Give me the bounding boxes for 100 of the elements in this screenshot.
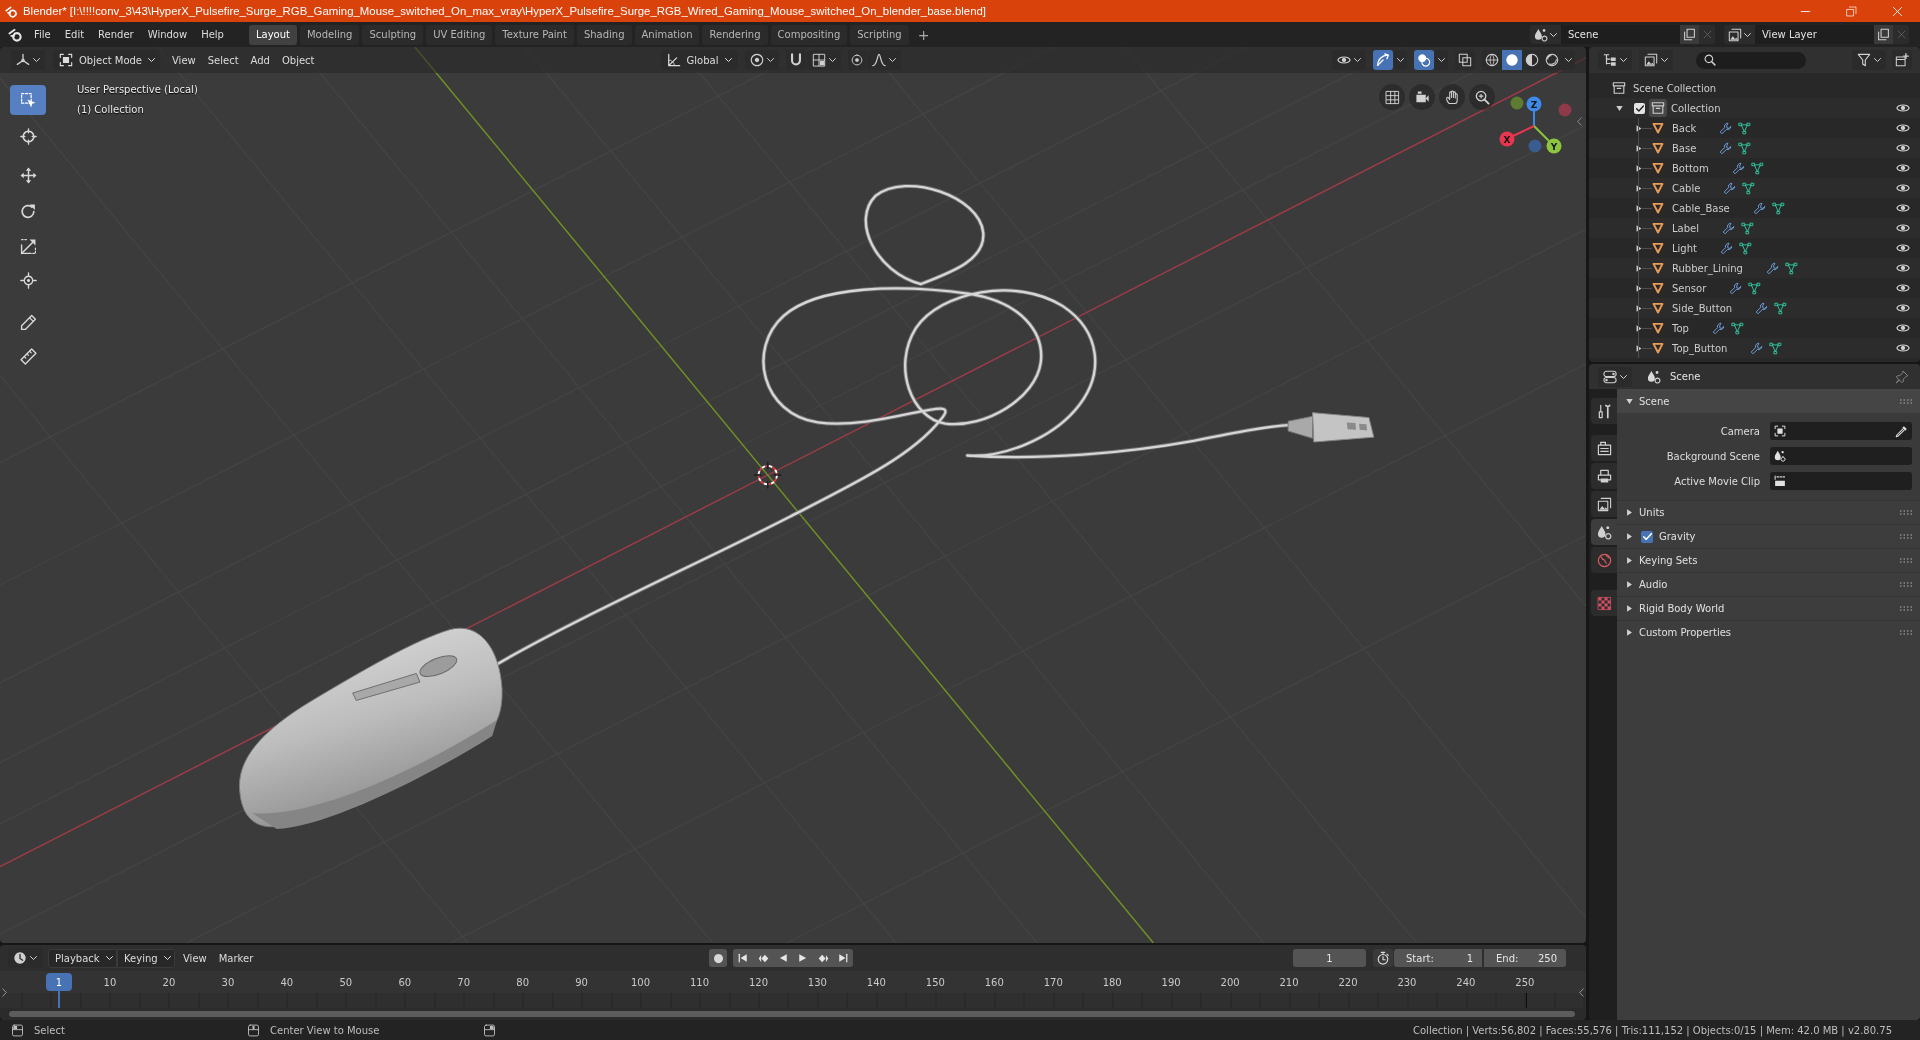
- view-layer-browse-button[interactable]: [1724, 25, 1755, 44]
- shading-mode-button[interactable]: [1502, 50, 1522, 70]
- eye-icon[interactable]: [1896, 341, 1910, 355]
- mode-dropdown[interactable]: Object Mode: [53, 50, 160, 70]
- orientation-dropdown[interactable]: Global: [660, 50, 738, 70]
- panel-header[interactable]: Gravity: [1617, 524, 1920, 548]
- eye-icon[interactable]: [1896, 101, 1910, 115]
- eye-icon[interactable]: [1896, 321, 1910, 335]
- chevron-right-icon[interactable]: [2, 988, 7, 997]
- end-frame-field[interactable]: End: 250: [1484, 949, 1566, 967]
- tri-right-icon[interactable]: [1636, 304, 1642, 312]
- tri-right-icon[interactable]: [1636, 144, 1642, 152]
- pan-view-button[interactable]: [1439, 84, 1465, 110]
- tri-down-icon[interactable]: [1616, 104, 1623, 112]
- shading-mode-button[interactable]: [1522, 50, 1542, 70]
- filter-button[interactable]: [1852, 50, 1886, 70]
- grid-view-button[interactable]: [1379, 84, 1405, 110]
- tri-right-icon[interactable]: [1636, 284, 1642, 292]
- tri-right-icon[interactable]: [1636, 124, 1642, 132]
- input-field[interactable]: [1770, 422, 1912, 440]
- gizmo-toggle[interactable]: [1373, 50, 1393, 70]
- display-mode-button[interactable]: [1639, 50, 1673, 70]
- editor-type-button[interactable]: [1598, 366, 1632, 387]
- gizmo-dropdown[interactable]: [1394, 50, 1407, 70]
- menu-item[interactable]: Add: [244, 50, 276, 70]
- tri-right-icon[interactable]: [1636, 244, 1642, 252]
- eye-icon[interactable]: [1896, 281, 1910, 295]
- editor-type-button[interactable]: [11, 50, 45, 70]
- panel-header[interactable]: Audio: [1617, 572, 1920, 596]
- eye-icon[interactable]: [1896, 141, 1910, 155]
- input-field[interactable]: [1770, 447, 1912, 465]
- workspace-tab[interactable]: UV Editing: [426, 24, 493, 45]
- new-scene-button[interactable]: [1680, 25, 1699, 44]
- tool-button[interactable]: [10, 85, 46, 115]
- current-frame-field[interactable]: 1: [1293, 949, 1366, 967]
- playhead-frame[interactable]: 1: [46, 973, 72, 991]
- tri-right-icon[interactable]: [1636, 264, 1642, 272]
- snap-toggle[interactable]: [785, 50, 806, 70]
- selectability-dropdown[interactable]: [1332, 50, 1366, 70]
- camera-view-button[interactable]: [1409, 84, 1435, 110]
- xray-toggle[interactable]: [1455, 50, 1475, 70]
- panel-header[interactable]: Custom Properties: [1617, 620, 1920, 644]
- checkbox[interactable]: [1634, 102, 1645, 114]
- tri-right-icon[interactable]: [1636, 204, 1642, 212]
- zoom-view-button[interactable]: [1469, 84, 1495, 110]
- preview-range-button[interactable]: [1373, 949, 1393, 967]
- keyframe-track[interactable]: [0, 993, 1586, 1008]
- outliner-row[interactable]: Collection: [1589, 98, 1920, 118]
- menu-item[interactable]: Object: [275, 50, 321, 70]
- properties-tab[interactable]: [1591, 491, 1617, 517]
- horizontal-scrollbar[interactable]: [9, 1011, 1575, 1017]
- tri-right-icon[interactable]: [1636, 164, 1642, 172]
- negative-x-axis-handle[interactable]: [1558, 103, 1572, 117]
- pin-icon[interactable]: [1895, 369, 1909, 384]
- proportional-edit-toggle[interactable]: [847, 50, 866, 70]
- falloff-dropdown[interactable]: [866, 50, 901, 70]
- panel-header[interactable]: Keying Sets: [1617, 548, 1920, 572]
- tri-right-icon[interactable]: [1636, 184, 1642, 192]
- eye-icon[interactable]: [1896, 121, 1910, 135]
- menu-item[interactable]: File: [27, 24, 58, 45]
- eye-icon[interactable]: [1896, 161, 1910, 175]
- tri-right-icon[interactable]: [1636, 224, 1642, 232]
- workspace-tab[interactable]: Modeling: [299, 24, 360, 45]
- eye-icon[interactable]: [1896, 261, 1910, 275]
- chevron-left-icon[interactable]: [1577, 117, 1582, 126]
- workspace-tab[interactable]: Rendering: [702, 24, 768, 45]
- dropdown-menu[interactable]: Keying: [117, 948, 175, 968]
- panel-header[interactable]: Units: [1617, 500, 1920, 524]
- tri-right-icon[interactable]: [1636, 344, 1642, 352]
- outliner-row[interactable]: Base: [1589, 138, 1920, 158]
- auto-keying-button[interactable]: [709, 949, 728, 967]
- overlay-dropdown[interactable]: [1435, 50, 1448, 70]
- outliner-row[interactable]: Top_Button: [1589, 338, 1920, 358]
- workspace-tab[interactable]: Layout: [248, 24, 297, 45]
- eye-icon[interactable]: [1896, 181, 1910, 195]
- y-axis-handle[interactable]: Y: [1533, 125, 1562, 154]
- new-collection-button[interactable]: [1892, 50, 1912, 70]
- menu-item[interactable]: Help: [194, 24, 231, 45]
- new-view-layer-button[interactable]: [1874, 25, 1893, 44]
- add-workspace-button[interactable]: +: [911, 24, 936, 45]
- overlay-toggle[interactable]: [1414, 50, 1434, 70]
- eye-icon[interactable]: [1896, 241, 1910, 255]
- menu-item[interactable]: Render: [91, 24, 141, 45]
- properties-tab[interactable]: [1591, 463, 1617, 489]
- panel-header[interactable]: Rigid Body World: [1617, 596, 1920, 620]
- outliner-row[interactable]: Rubber_Lining: [1589, 258, 1920, 278]
- pivot-dropdown[interactable]: [744, 50, 779, 70]
- chevron-left-icon[interactable]: [1579, 988, 1584, 997]
- negative-y-axis-handle[interactable]: [1510, 96, 1524, 110]
- eye-icon[interactable]: [1896, 201, 1910, 215]
- eye-icon[interactable]: [1896, 221, 1910, 235]
- snap-target-dropdown[interactable]: [806, 50, 841, 70]
- workspace-tab[interactable]: Scripting: [850, 24, 909, 45]
- menu-item[interactable]: Marker: [212, 948, 260, 968]
- outliner-row[interactable]: Cable: [1589, 178, 1920, 198]
- workspace-tab[interactable]: Sculpting: [362, 24, 424, 45]
- shading-dropdown[interactable]: [1562, 50, 1575, 70]
- properties-tab[interactable]: [1591, 435, 1617, 461]
- outliner-row[interactable]: Side_Button: [1589, 298, 1920, 318]
- start-frame-field[interactable]: Start: 1: [1394, 949, 1482, 967]
